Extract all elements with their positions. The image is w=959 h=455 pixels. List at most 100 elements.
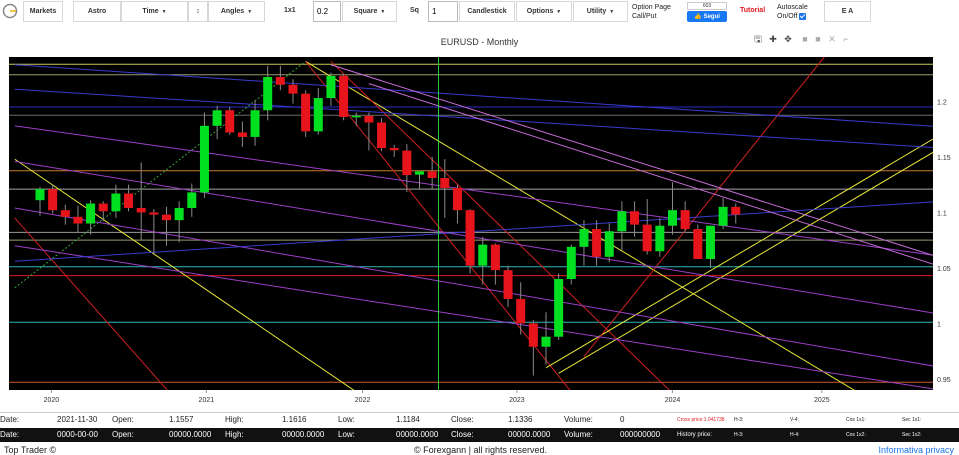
caret-down-icon: ▼ <box>247 8 253 15</box>
autoscale-label: Autoscale <box>777 4 808 11</box>
sec-1x2-label: Sec 1x2: <box>902 432 922 438</box>
candle-body <box>48 189 58 211</box>
sec-1x1-label: Sec 1x1: <box>902 417 922 423</box>
candle-body <box>503 270 513 299</box>
option-page-link[interactable]: Option Page Call/Put <box>632 3 671 21</box>
candle-body <box>642 224 652 252</box>
reset-icon[interactable]: ⌐ <box>841 34 851 44</box>
y-tick-label: 1.05 <box>937 266 951 273</box>
candle-body <box>60 210 70 217</box>
autoscale-icon[interactable]: ✕ <box>827 34 837 44</box>
caret-down-icon: ▼ <box>380 8 386 15</box>
history-price-label: History price: <box>677 432 713 438</box>
close-value: 1.1336 <box>508 415 533 424</box>
candle-body <box>212 110 222 126</box>
angles-dropdown[interactable]: Angles ▼ <box>208 1 265 22</box>
candle-body <box>86 203 96 224</box>
caret-down-icon: ▼ <box>609 8 615 15</box>
candle-body <box>237 132 247 137</box>
candle-body <box>149 212 159 215</box>
logo-icon <box>2 3 18 19</box>
candlestick-button[interactable]: Candlestick <box>459 1 515 22</box>
candle-body <box>98 203 108 212</box>
footer-brand: Top Trader © <box>4 445 57 455</box>
volume-value: 0 <box>620 415 625 424</box>
date-label: Date: <box>0 430 20 439</box>
price-chart[interactable]: 1.2 1.15 1.1 1.05 1 0.95 2020 2021 2022 2023 2024… <box>0 57 959 410</box>
footer-copyright: © Forexgann | all rights reserved. <box>414 445 548 455</box>
candle-body <box>162 214 171 221</box>
candle-body <box>187 192 197 208</box>
x-tick-label: 2020 <box>44 397 60 404</box>
candle-body <box>377 122 387 149</box>
x-tick-label: 2022 <box>355 397 371 404</box>
updown-button[interactable]: ↕ <box>188 1 208 22</box>
candle-body <box>630 211 640 225</box>
zoom-icon[interactable]: ✚ <box>768 34 778 44</box>
high-label: High: <box>225 415 244 424</box>
h4-label: H-4: <box>790 432 800 438</box>
candle-body <box>579 229 589 247</box>
open-label: Open: <box>112 430 134 439</box>
close-label: Close: <box>451 415 474 424</box>
time-dropdown[interactable]: Time ▼ <box>121 1 188 22</box>
utility-dropdown[interactable]: Utility ▼ <box>573 1 628 22</box>
price-info-row: Date: 2021-11-30 Open: 1.1557 High: 1.16… <box>0 412 959 426</box>
candle-body <box>351 115 361 118</box>
autoscale-toggle[interactable]: Autoscale On/Off <box>777 3 808 21</box>
candle-body <box>465 210 475 266</box>
astro-button[interactable]: Astro <box>73 1 121 22</box>
h3-label: H-3: <box>734 417 744 423</box>
zoom-out-icon[interactable]: ■ <box>813 34 823 44</box>
options-dropdown[interactable]: Options ▼ <box>516 1 572 22</box>
option-page-line1: Option Page <box>632 4 671 11</box>
candle-body <box>389 148 399 151</box>
cos-1x2-label: Cos 1x2: <box>846 432 866 438</box>
v4-label: V-4: <box>790 417 799 423</box>
markets-button[interactable]: Markets <box>23 1 63 22</box>
caret-down-icon: ▼ <box>161 8 167 15</box>
candle-body <box>339 75 349 117</box>
x-tick-label: 2023 <box>509 397 525 404</box>
square-dropdown[interactable]: Square ▼ <box>342 1 397 22</box>
zoom-in-icon[interactable]: ■ <box>800 34 810 44</box>
privacy-link[interactable]: Informativa privacy <box>878 445 954 455</box>
candle-body <box>490 244 500 271</box>
ea-button[interactable]: E A <box>824 1 871 22</box>
candle-body <box>199 125 209 193</box>
candle-body <box>263 76 273 111</box>
y-tick-label: 1.15 <box>937 155 951 162</box>
x-tick-label: 2025 <box>814 397 830 404</box>
low-label: Low: <box>338 415 355 424</box>
candle-body <box>364 115 374 123</box>
candle-body <box>718 206 728 226</box>
facebook-follow-widget[interactable]: 603 👍 Segui <box>687 2 727 22</box>
h3-label: H-3: <box>734 432 744 438</box>
low-value: 1.1184 <box>396 415 420 424</box>
save-icon[interactable]: 🖫 <box>753 34 763 44</box>
footer: Top Trader © © Forexgann | all rights re… <box>0 444 959 455</box>
candle-body <box>288 84 298 94</box>
follow-button[interactable]: 👍 Segui <box>687 11 727 22</box>
ratio-input[interactable] <box>313 1 341 22</box>
x-tick-label: 2024 <box>665 397 681 404</box>
candle-body <box>566 246 576 279</box>
open-value: 00000.0000 <box>169 430 212 439</box>
autoscale-checkbox[interactable] <box>799 12 807 20</box>
candle-body <box>427 171 437 178</box>
y-tick-label: 1.2 <box>937 99 947 106</box>
candle-body <box>415 171 424 175</box>
option-page-line2: Call/Put <box>632 13 657 20</box>
cos-1x1-label: Cos 1x1: <box>846 417 866 423</box>
candle-body <box>604 231 614 257</box>
candle-body <box>668 210 677 226</box>
tutorial-link[interactable]: Tutorial <box>740 7 765 14</box>
pan-icon[interactable]: ✥ <box>783 34 793 44</box>
candle-body <box>440 177 450 188</box>
candle-body <box>731 206 741 215</box>
autoscale-onoff-label: On/Off <box>777 13 798 20</box>
sq-input[interactable] <box>428 1 458 22</box>
history-info-row: Date: 0000-00-00 Open: 00000.0000 High: … <box>0 428 959 442</box>
candle-body <box>73 216 83 224</box>
candle-body <box>680 210 690 230</box>
